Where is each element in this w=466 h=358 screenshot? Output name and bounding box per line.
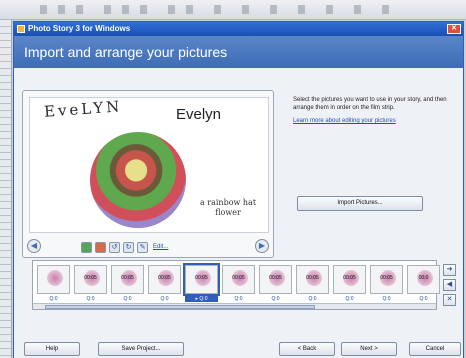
thumbnail-duration: 00:05 [195,275,208,281]
previous-picture-button[interactable]: ◀ [27,239,41,253]
background-ruler [0,20,12,358]
film-strip-thumbnail[interactable]: 00:05 [259,265,292,294]
rotate-icon[interactable]: ↺ [109,241,120,253]
thumbnail-duration: 00:05 [306,275,319,281]
rainbow-flower-drawing [90,132,186,228]
thumbnail-label[interactable]: Q:0 [148,296,181,302]
handwritten-name: EveLYN [43,97,123,121]
instructions-text: Select the pictures you want to use in y… [293,97,447,111]
main-content: EveLYN Evelyn a rainbow hat flower ◀ ↺ ↻… [14,68,463,358]
preview-image: EveLYN Evelyn a rainbow hat flower [29,97,269,233]
film-strip-thumbnail[interactable]: 00:05 [74,265,107,294]
background-toolbar [0,0,466,20]
thumbnail-label[interactable]: Q:0 [296,296,329,302]
move-right-icon[interactable]: ◀ [443,279,456,291]
save-project-button[interactable]: Save Project... [98,342,184,356]
thumbnail-duration: 00:05 [343,275,356,281]
film-strip: Q:0 00:05 Q:0 00:05 Q:0 00:05 Q:0 00:05 ▸ Q:0 00:… [32,260,440,310]
thumbnail-duration: 00:05 [232,275,245,281]
thumbnail-duration: 00:05 [121,275,134,281]
film-strip-thumbnail[interactable]: 00:05 [183,263,220,296]
screen: Photo Story 3 for Windows ✕ Import and a… [0,0,466,358]
film-strip-thumbnail[interactable]: 00:05 [370,265,403,294]
thumbnail-label[interactable]: Q:0 [74,296,107,302]
thumbnail-label[interactable]: Q:0 [259,296,292,302]
rotate-right-icon[interactable]: ↻ [123,241,134,253]
next-picture-button[interactable]: ▶ [255,239,269,253]
film-strip-thumbnail[interactable]: 00:05 [148,265,181,294]
page-title: Import and arrange your pictures [24,44,228,60]
thumbnail-duration: 00:05 [269,275,282,281]
thumbnail-image [47,270,63,286]
help-button[interactable]: Help [24,342,80,356]
film-strip-thumbnail[interactable]: 00:0 [407,265,440,294]
page-header: Import and arrange your pictures [14,36,463,68]
photo-story-window: Photo Story 3 for Windows ✕ Import and a… [13,21,464,358]
remove-black-borders-icon[interactable] [95,241,106,253]
move-left-icon[interactable]: ➜ [443,264,456,276]
edit-icon[interactable]: ✎ [137,241,148,253]
thumbnail-duration: 00:0 [418,275,429,281]
thumbnail-duration: 00:05 [84,275,97,281]
typed-name: Evelyn [176,106,222,123]
film-strip-scrollbar[interactable] [33,303,436,309]
picture-preview: EveLYN Evelyn a rainbow hat flower ◀ ↺ ↻… [22,90,274,258]
back-button[interactable]: < Back [279,342,335,356]
scrollbar-thumb[interactable] [45,305,315,309]
film-strip-thumbnail[interactable]: 00:05 [111,265,144,294]
thumbnail-label[interactable]: Q:0 [222,296,255,302]
rotate-left-icon[interactable] [81,241,92,253]
thumbnail-duration: 00:05 [158,275,171,281]
film-strip-thumbnail[interactable]: 00:05 [333,265,366,294]
close-icon[interactable]: ✕ [447,24,461,34]
app-icon [17,25,25,33]
edit-toolbar: ↺ ↻ ✎ Edit... [81,240,168,254]
film-strip-thumbnail[interactable] [37,265,70,294]
film-strip-thumbnail[interactable]: 00:05 [222,265,255,294]
thumbnail-label[interactable]: Q:0 [370,296,403,302]
title-bar: Photo Story 3 for Windows ✕ [14,22,463,36]
thumbnail-duration: 00:05 [380,275,393,281]
flower-caption: a rainbow hat flower [199,198,257,217]
remove-picture-icon[interactable]: ✕ [443,294,456,306]
cancel-button[interactable]: Cancel [409,342,461,356]
thumbnail-label[interactable]: Q:0 [333,296,366,302]
next-button[interactable]: Next > [341,342,397,356]
thumbnail-label[interactable]: Q:0 [111,296,144,302]
window-title: Photo Story 3 for Windows [28,24,131,33]
learn-more-link[interactable]: Learn more about editing your pictures [293,118,396,124]
edit-link[interactable]: Edit... [153,244,168,250]
thumbnail-label[interactable]: ▸ Q:0 [185,296,218,302]
thumbnail-label[interactable]: Q:0 [407,296,440,302]
film-strip-thumbnail[interactable]: 00:05 [296,265,329,294]
thumbnail-label[interactable]: Q:0 [37,296,70,302]
import-pictures-button[interactable]: Import Pictures... [297,196,423,211]
